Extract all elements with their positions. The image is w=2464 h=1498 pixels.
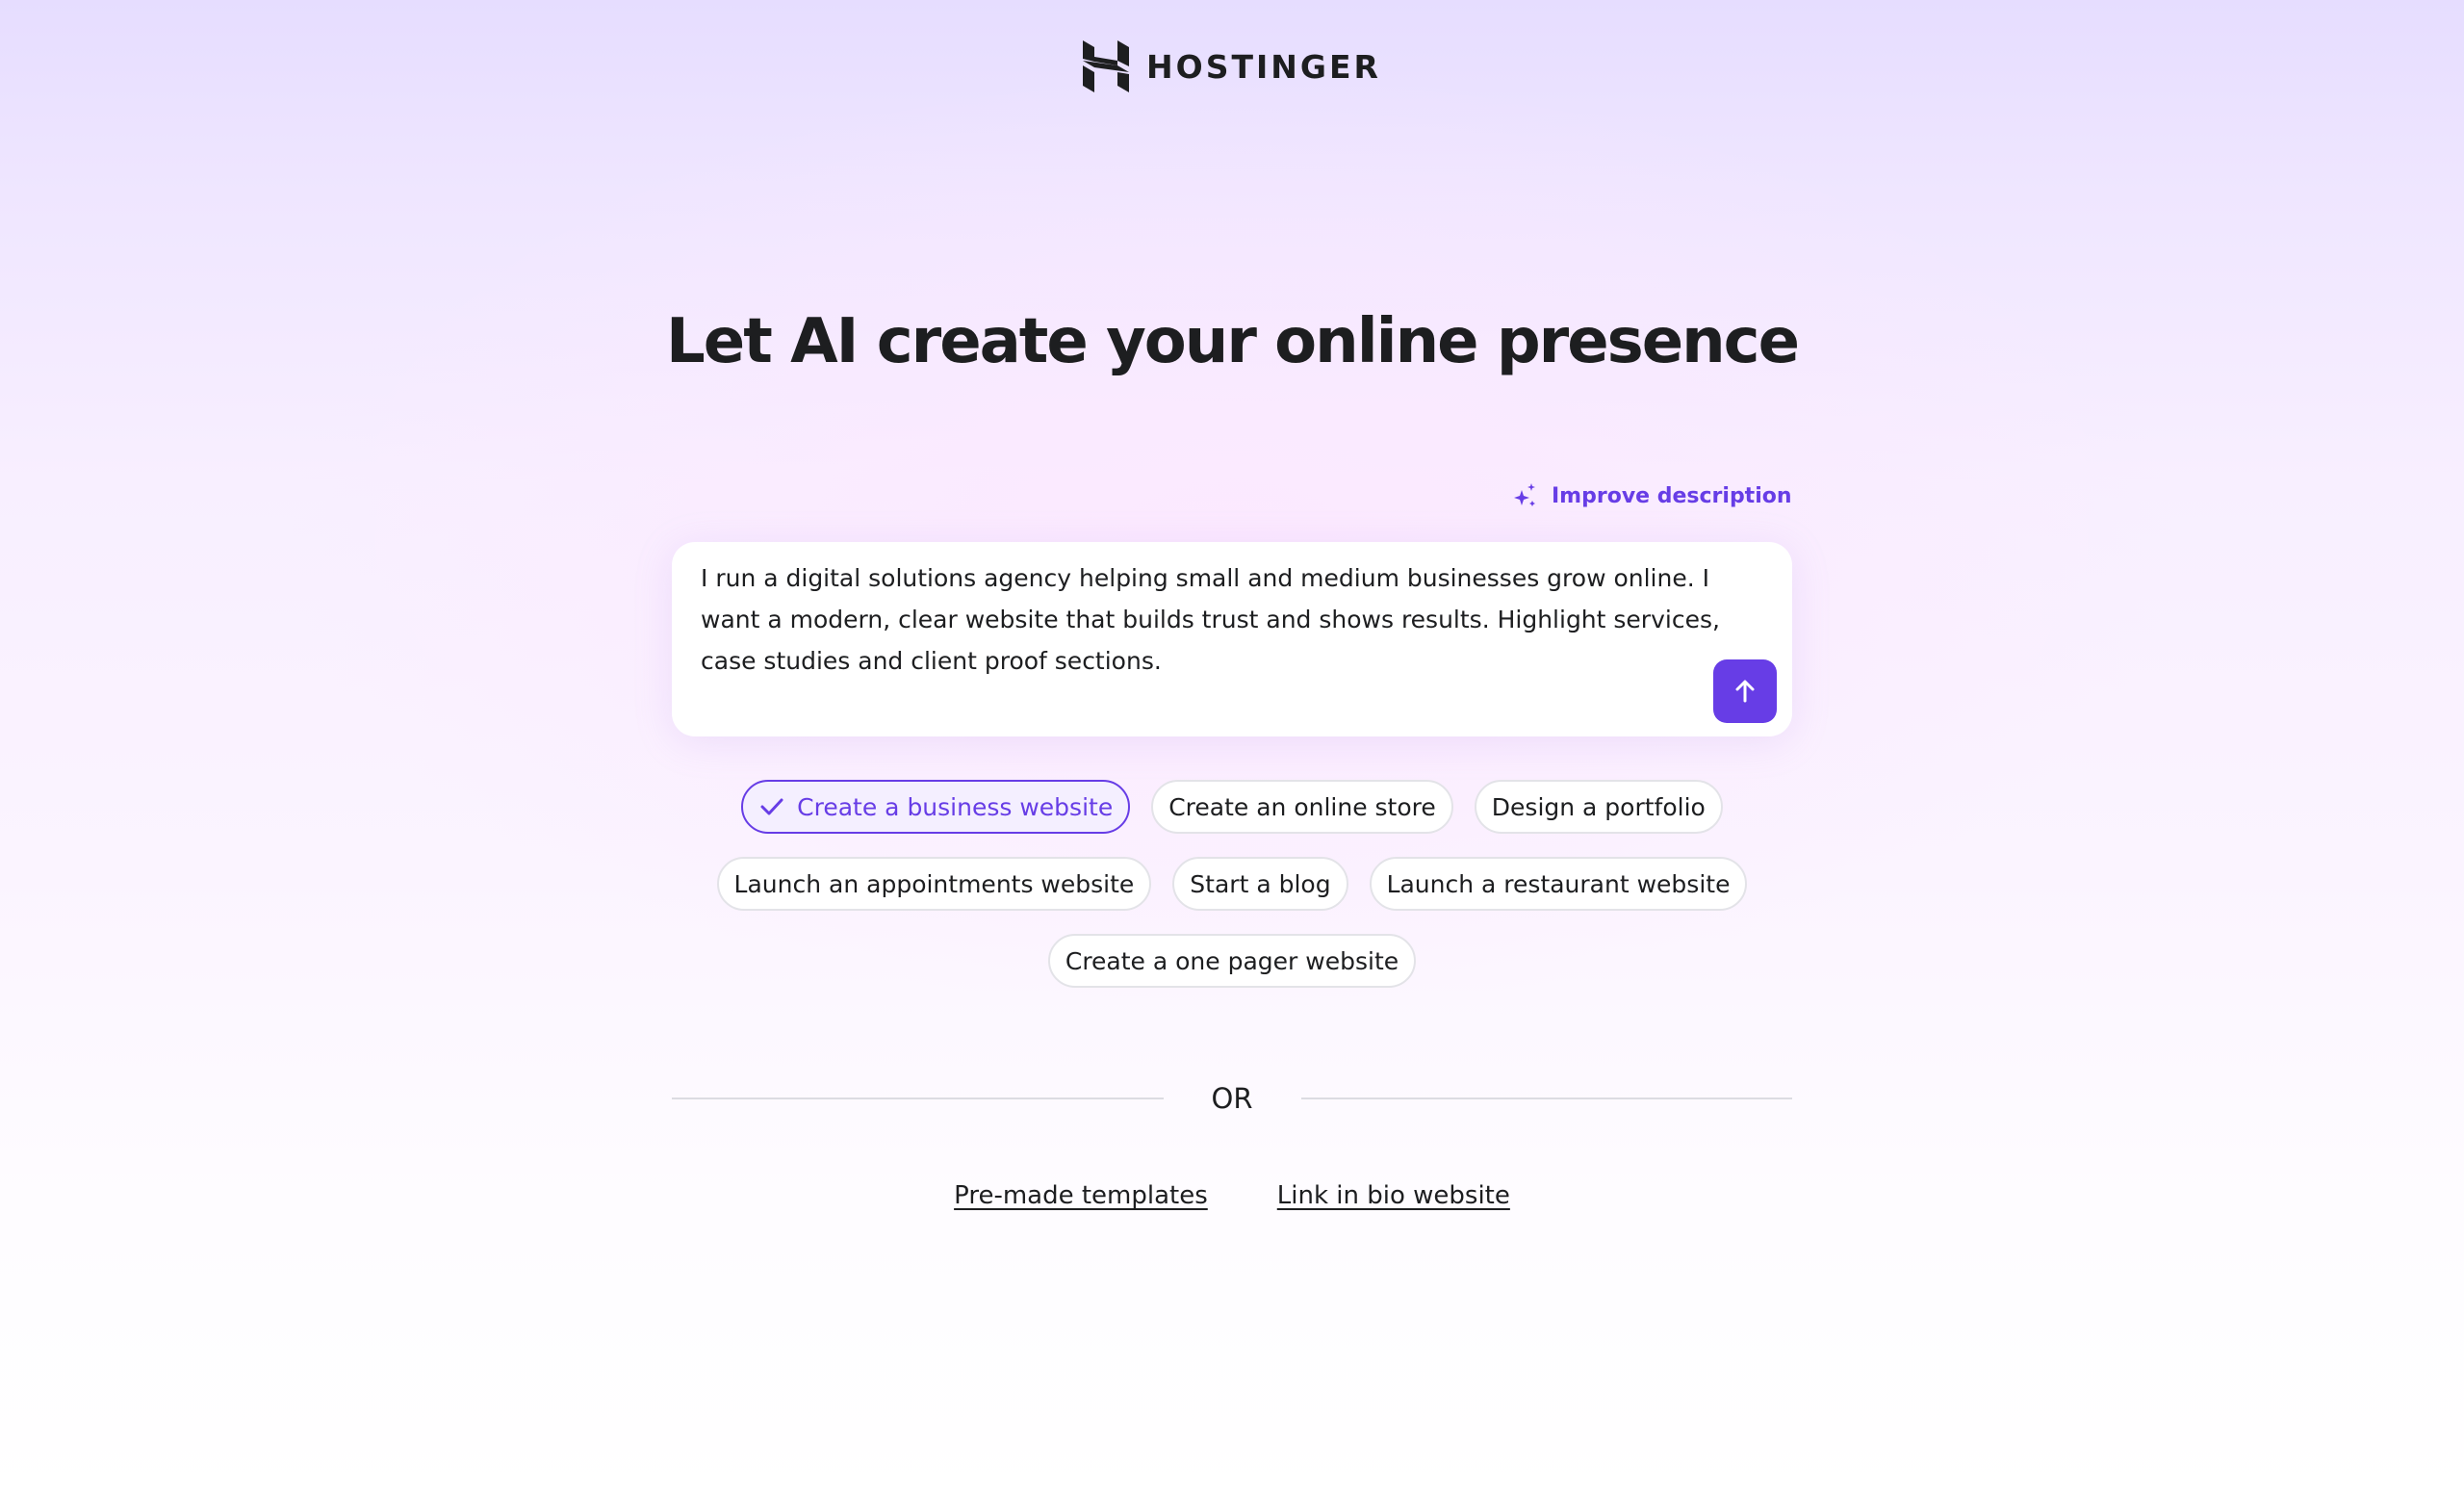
suggestion-chip[interactable]: Design a portfolio: [1474, 780, 1723, 834]
suggestion-chip-label: Create an online store: [1168, 792, 1436, 821]
suggestion-chip[interactable]: Start a blog: [1172, 857, 1348, 911]
alternative-links: Pre-made templates Link in bio website: [0, 1181, 2464, 1210]
suggestion-chip[interactable]: Launch an appointments website: [716, 857, 1152, 911]
suggestion-chip-label: Start a blog: [1190, 869, 1331, 898]
send-button[interactable]: [1713, 659, 1777, 723]
suggestion-chip[interactable]: Create a one pager website: [1047, 934, 1417, 988]
suggestion-chip-label: Design a portfolio: [1491, 792, 1706, 821]
check-icon: [760, 798, 783, 815]
prompt-input[interactable]: I run a digital solutions agency helping…: [701, 557, 1721, 721]
link-in-bio-link[interactable]: Link in bio website: [1277, 1181, 1510, 1210]
suggestion-chip-label: Create a business website: [797, 792, 1114, 821]
suggestion-row: Create a business website Create an onlin…: [0, 780, 2464, 834]
suggestion-chip[interactable]: Create a business website: [741, 780, 1131, 834]
improve-description-label: Improve description: [1552, 483, 1792, 508]
suggestion-row: Launch an appointments website Start a bl…: [0, 857, 2464, 911]
divider-line-right: [1300, 1098, 1793, 1099]
suggestion-chip-label: Create a one pager website: [1065, 946, 1399, 975]
improve-description-button[interactable]: Improve description: [1513, 482, 1792, 509]
or-label: OR: [1211, 1082, 1253, 1115]
or-divider: OR: [672, 1082, 1793, 1115]
suggestion-chip-label: Launch a restaurant website: [1386, 869, 1731, 898]
prompt-box: I run a digital solutions agency helping…: [672, 542, 1792, 736]
suggestion-chip-label: Launch an appointments website: [733, 869, 1135, 898]
brand-name: HOSTINGER: [1146, 47, 1381, 86]
suggestion-chip[interactable]: Create an online store: [1151, 780, 1453, 834]
page-title: Let AI create your online presence: [666, 306, 1800, 377]
premade-templates-link[interactable]: Pre-made templates: [954, 1181, 1208, 1210]
hostinger-logo-icon: [1083, 40, 1130, 92]
suggestion-chips: Create a business website Create an onlin…: [0, 780, 2464, 1011]
suggestion-chip[interactable]: Launch a restaurant website: [1369, 857, 1748, 911]
divider-line-left: [672, 1098, 1164, 1099]
sparkles-icon: [1514, 483, 1535, 506]
arrow-up-icon: [1735, 680, 1755, 703]
brand-logo[interactable]: HOSTINGER: [0, 40, 2464, 92]
suggestion-row: Create a one pager website: [0, 934, 2464, 988]
